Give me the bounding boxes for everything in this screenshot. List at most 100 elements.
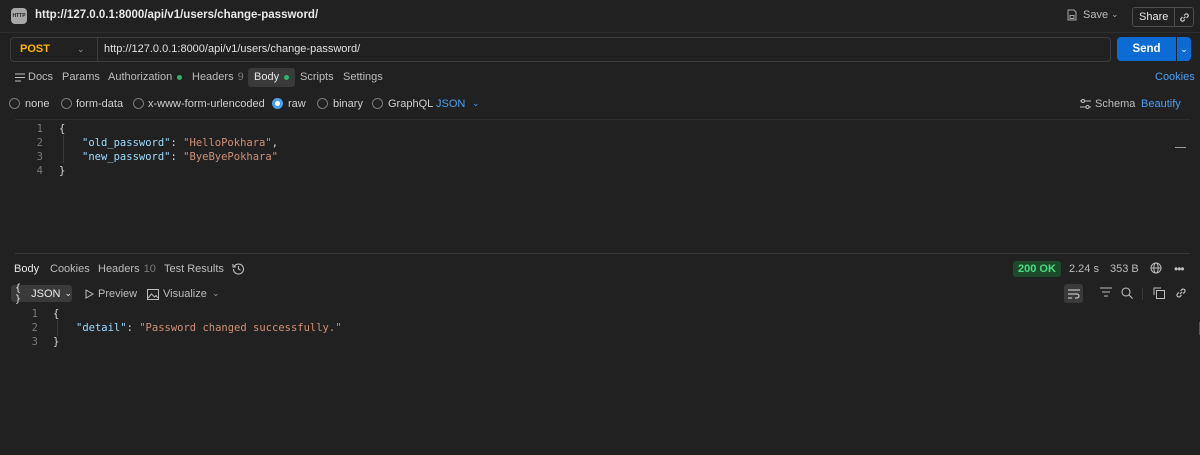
request-title[interactable]: http://127.0.0.1:8000/api/v1/users/chang… [35, 9, 318, 21]
response-tab-body[interactable]: Body [14, 263, 39, 275]
link-button[interactable] [1175, 287, 1187, 302]
schema-label: Schema [1095, 98, 1136, 110]
wrap-lines-button[interactable] [1064, 284, 1083, 303]
radio-urlencoded[interactable] [133, 98, 144, 109]
code-line: } [53, 336, 60, 348]
copy-link-button[interactable] [1175, 8, 1193, 26]
response-format-select[interactable]: { } JSON ⌄ [11, 283, 72, 305]
response-headers-count: 10 [143, 263, 156, 275]
image-icon [147, 288, 159, 300]
share-button[interactable]: Share [1133, 8, 1176, 26]
code-line: "detail": "Password changed successfully… [76, 322, 342, 334]
tab-headers[interactable]: Headers 9 [192, 71, 244, 83]
response-tab-headers[interactable]: Headers 10 [98, 263, 156, 275]
json-key: "detail" [76, 322, 127, 334]
schema-button[interactable]: Schema [1080, 98, 1135, 110]
json-value: "Password changed successfully." [139, 322, 342, 334]
send-options-chevron-icon[interactable]: ⌄ [1177, 37, 1191, 61]
status-dot [284, 74, 290, 80]
tab-body[interactable]: Body [248, 68, 296, 87]
tab-body-label: Body [254, 71, 280, 83]
method-label: POST [20, 43, 50, 55]
copy-button[interactable] [1153, 287, 1165, 302]
json-value: "HelloPokhara" [183, 137, 272, 149]
title-bar: HTTP http://127.0.0.1:8000/api/v1/users/… [0, 0, 1200, 33]
chevron-down-icon[interactable]: ⌄ [212, 288, 220, 299]
tab-settings[interactable]: Settings [343, 71, 383, 83]
tab-docs[interactable]: Docs [15, 71, 53, 83]
tab-authorization[interactable]: Authorization [108, 71, 183, 83]
search-button[interactable] [1121, 287, 1133, 302]
cookies-link[interactable]: Cookies [1155, 71, 1195, 83]
line-number: 4 [36, 165, 43, 177]
tab-params[interactable]: Params [62, 71, 100, 83]
chevron-down-icon[interactable]: ⌄ [472, 98, 480, 109]
line-number: 3 [36, 151, 43, 163]
radio-raw[interactable] [272, 98, 283, 109]
filter-icon [1100, 287, 1112, 297]
body-format-select[interactable]: JSON [436, 98, 465, 110]
line-number: 2 [31, 322, 38, 334]
visualize-label: Visualize [163, 288, 207, 300]
radio-binary-label: binary [333, 98, 363, 110]
radio-graphql-label: GraphQL [388, 98, 434, 110]
http-request-icon: HTTP [11, 8, 27, 24]
line-number: 3 [31, 336, 38, 348]
radio-graphql[interactable] [372, 98, 383, 109]
radio-binary[interactable] [317, 98, 328, 109]
json-value: "ByeByePokhara" [183, 151, 278, 163]
code-line: { [59, 123, 66, 135]
request-body-editor[interactable]: 1 2 3 4 { "old_password": "HelloPokhara"… [15, 119, 1190, 254]
play-icon [85, 289, 94, 299]
scrollbar-marker[interactable] [1175, 147, 1186, 148]
preview-button[interactable]: Preview [85, 288, 137, 300]
visualize-button[interactable]: Visualize [147, 288, 207, 300]
more-options-icon[interactable]: ••• [1174, 262, 1185, 276]
line-number: 1 [31, 308, 38, 320]
response-tab-headers-label: Headers [98, 263, 140, 275]
history-icon [232, 263, 245, 275]
save-button[interactable]: Save [1066, 9, 1108, 21]
tab-authorization-label: Authorization [108, 71, 173, 83]
send-button[interactable]: Send [1117, 37, 1176, 61]
code-line: "old_password": "HelloPokhara", [82, 137, 279, 149]
divider [1142, 288, 1143, 300]
radio-urlencoded-label: x-www-form-urlencoded [148, 98, 265, 110]
filter-button[interactable] [1100, 287, 1112, 300]
url-input[interactable]: http://127.0.0.1:8000/api/v1/users/chang… [96, 37, 1111, 62]
json-comma: , [271, 137, 279, 149]
response-body-viewer[interactable]: 1 2 3 { "detail": "Password changed succ… [15, 306, 1200, 366]
globe-icon[interactable] [1150, 262, 1162, 277]
radio-none[interactable] [9, 98, 20, 109]
tab-scripts[interactable]: Scripts [300, 71, 334, 83]
code-line: "new_password": "ByeByePokhara" [82, 151, 278, 163]
copy-icon [1153, 287, 1165, 299]
method-select[interactable]: POST ⌄ [10, 37, 98, 62]
radio-form-data-label: form-data [76, 98, 124, 110]
indent-guide [57, 320, 58, 336]
response-tab-test-results[interactable]: Test Results [164, 263, 224, 275]
link-icon [1176, 288, 1186, 298]
preview-label: Preview [98, 288, 138, 300]
status-badge[interactable]: 200 OK [1013, 261, 1061, 277]
radio-none-label: none [25, 98, 50, 110]
response-tab-cookies[interactable]: Cookies [50, 263, 90, 275]
json-key: "old_password" [82, 137, 171, 149]
tab-docs-label: Docs [28, 71, 54, 83]
response-time[interactable]: 2.24 s [1069, 263, 1099, 275]
radio-form-data[interactable] [61, 98, 72, 109]
radio-raw-label: raw [288, 98, 306, 110]
beautify-button[interactable]: Beautify [1141, 98, 1181, 110]
indent-guide [63, 135, 64, 163]
link-icon [1180, 12, 1189, 22]
history-button[interactable] [232, 262, 245, 278]
share-group: Share [1132, 7, 1195, 27]
save-icon [1067, 9, 1077, 21]
line-number: 2 [36, 137, 43, 149]
url-text: http://127.0.0.1:8000/api/v1/users/chang… [104, 43, 361, 55]
status-dot [177, 74, 183, 80]
save-options-chevron-icon[interactable]: ⌄ [1111, 9, 1119, 20]
response-size[interactable]: 353 B [1110, 263, 1139, 275]
code-line: } [59, 165, 66, 177]
save-label: Save [1083, 9, 1109, 21]
